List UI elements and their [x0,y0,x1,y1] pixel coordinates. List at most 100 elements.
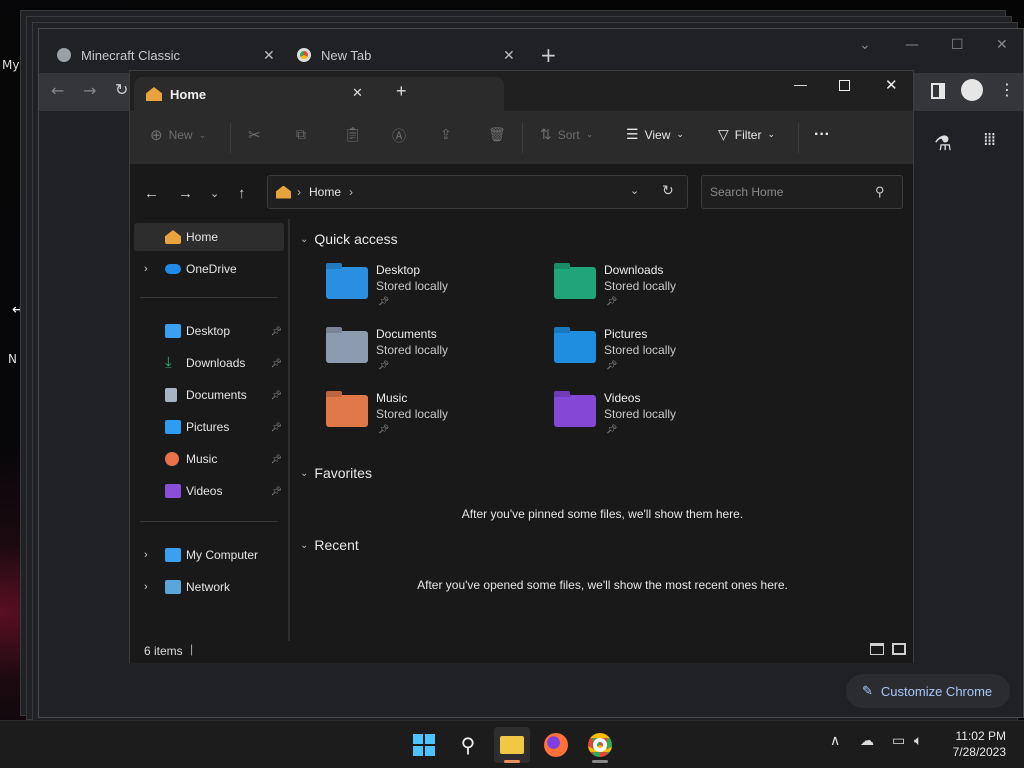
quick-access-documents[interactable]: Documents Stored locally 📌︎ [326,327,526,381]
new-tab-button[interactable]: + [396,81,407,102]
tiles-view-icon[interactable] [892,643,906,655]
sidebar-item-label: Music [186,452,218,466]
pin-icon[interactable]: 📌︎ [271,422,282,433]
sidebar-item-music[interactable]: Music 📌︎ [134,445,284,473]
side-panel-icon[interactable] [931,83,945,99]
file-explorer-taskbar-icon[interactable] [494,727,530,763]
new-tab-button[interactable]: + [540,43,557,67]
music-note-icon [165,452,179,466]
volume-icon[interactable]: 🔈︎ [914,733,922,749]
back-icon[interactable]: ← [51,81,64,100]
sidebar-item-desktop[interactable]: Desktop 📌︎ [134,317,284,345]
paste-icon[interactable]: 📋︎ [344,126,362,143]
breadcrumb-home[interactable]: Home [309,185,341,199]
sort-button[interactable]: ⇅ Sort ⌄ [540,126,593,143]
pin-icon[interactable]: 📌︎ [271,390,282,401]
delete-icon[interactable]: 🗑︎ [488,126,506,143]
reload-icon[interactable]: ↻ [115,80,128,99]
minimize-icon[interactable]: — [794,77,807,92]
sidebar-item-home[interactable]: Home [134,223,284,251]
recent-locations-chevron-icon[interactable]: ⌄ [210,187,219,200]
copy-icon[interactable]: ⧉ [296,126,306,143]
section-quick-access[interactable]: ⌄ Quick access [300,231,398,247]
more-options-button[interactable]: ··· [814,126,830,144]
forward-icon[interactable]: → [178,185,193,202]
pin-icon[interactable]: 📌︎ [271,454,282,465]
chevron-down-icon[interactable]: ⌄ [859,37,871,53]
explorer-titlebar: Home ✕ + — ✕ [130,71,913,111]
firefox-icon[interactable] [538,727,574,763]
section-recent[interactable]: ⌄ Recent [300,537,359,553]
share-icon[interactable]: ⇪ [440,126,452,143]
search-icon[interactable]: ⚲ [450,727,486,763]
pin-icon[interactable]: 📌︎ [271,326,282,337]
address-dropdown-icon[interactable]: ⌄ [630,184,639,197]
search-icon: ⚲ [875,184,885,199]
rename-icon[interactable]: Ⓐ [392,126,406,146]
sidebar-item-my-computer[interactable]: › My Computer [134,541,284,569]
maximize-icon[interactable]: ☐ [951,37,964,53]
sidebar-item-videos[interactable]: Videos 📌︎ [134,477,284,505]
start-button[interactable] [406,727,442,763]
folder-status: Stored locally [376,407,449,421]
close-tab-icon[interactable]: ✕ [503,47,515,64]
maximize-icon[interactable] [839,80,850,91]
quick-access-downloads[interactable]: Downloads Stored locally 📌︎ [554,263,754,317]
sidebar-item-downloads[interactable]: ⤓ Downloads 📌︎ [134,349,284,377]
quick-access-desktop[interactable]: Desktop Stored locally 📌︎ [326,263,526,317]
tab-new-tab[interactable]: New Tab ✕ [297,37,527,73]
view-button[interactable]: ☰ View ⌄ [626,126,684,143]
cloud-offline-icon[interactable]: ☁ [860,733,874,749]
apps-grid-icon[interactable]: ⁞⁞⁞ [983,129,996,150]
close-tab-icon[interactable]: ✕ [263,47,275,64]
expand-chevron-icon[interactable]: › [144,549,148,561]
tab-minecraft-classic[interactable]: Minecraft Classic ✕ [57,37,287,73]
sidebar-item-label: Network [186,580,231,594]
quick-access-music[interactable]: Music Stored locally 📌︎ [326,391,526,445]
explorer-tab-home[interactable]: Home ✕ [134,77,504,111]
close-tab-icon[interactable]: ✕ [352,85,363,101]
sidebar-item-pictures[interactable]: Pictures 📌︎ [134,413,284,441]
breadcrumb-separator-icon[interactable]: › [349,185,353,199]
profile-avatar-icon[interactable] [961,79,983,101]
pin-icon[interactable]: 📌︎ [271,486,282,497]
quick-access-videos[interactable]: Videos Stored locally 📌︎ [554,391,754,445]
pin-icon: 📌︎ [606,424,618,434]
recent-empty-message: After you've opened some files, we'll sh… [417,578,788,592]
expand-chevron-icon[interactable]: › [144,581,148,593]
labs-flask-icon[interactable]: ⚗ [934,131,952,155]
quick-access-pictures[interactable]: Pictures Stored locally 📌︎ [554,327,754,381]
up-icon[interactable]: ↑ [238,185,246,202]
divider [522,123,523,153]
more-menu-icon[interactable]: ⋮ [999,80,1015,99]
close-icon[interactable]: ✕ [885,76,898,94]
forward-icon[interactable]: → [83,81,96,100]
desktop-icon-label[interactable]: N [8,352,17,366]
back-icon[interactable]: ← [144,185,159,202]
close-icon[interactable]: ✕ [996,37,1008,53]
sidebar-item-label: Pictures [186,420,230,434]
folder-name: Desktop [376,263,421,277]
filter-button[interactable]: ▽ Filter ⌄ [718,126,775,143]
clock-date[interactable]: 7/28/2023 [953,745,1006,759]
sidebar-item-onedrive[interactable]: › OneDrive [134,255,284,283]
chrome-icon[interactable] [582,727,618,763]
sidebar-item-documents[interactable]: Documents 📌︎ [134,381,284,409]
section-favorites[interactable]: ⌄ Favorites [300,465,372,481]
show-hidden-icons-chevron[interactable]: ∧ [830,733,840,749]
minimize-icon[interactable]: — [905,37,919,53]
refresh-icon[interactable]: ↻ [662,182,674,199]
expand-chevron-icon[interactable]: › [144,263,148,275]
network-monitor-icon[interactable]: ▭ [892,733,905,749]
customize-chrome-button[interactable]: ✎ Customize Chrome [846,674,1010,708]
clock-time[interactable]: 11:02 PM [956,729,1006,743]
pin-icon[interactable]: 📌︎ [271,358,282,369]
cut-icon[interactable]: ✂ [248,126,261,144]
sidebar-item-network[interactable]: › Network [134,573,284,601]
details-view-icon[interactable] [870,643,884,655]
collapse-chevron-icon: ⌄ [300,467,309,479]
search-input[interactable] [701,175,903,209]
desktop-icon-label[interactable]: My [2,58,19,72]
address-bar[interactable]: › Home › ⌄ ↻ [267,175,688,209]
new-button[interactable]: ⊕ New ⌄ [150,126,206,144]
